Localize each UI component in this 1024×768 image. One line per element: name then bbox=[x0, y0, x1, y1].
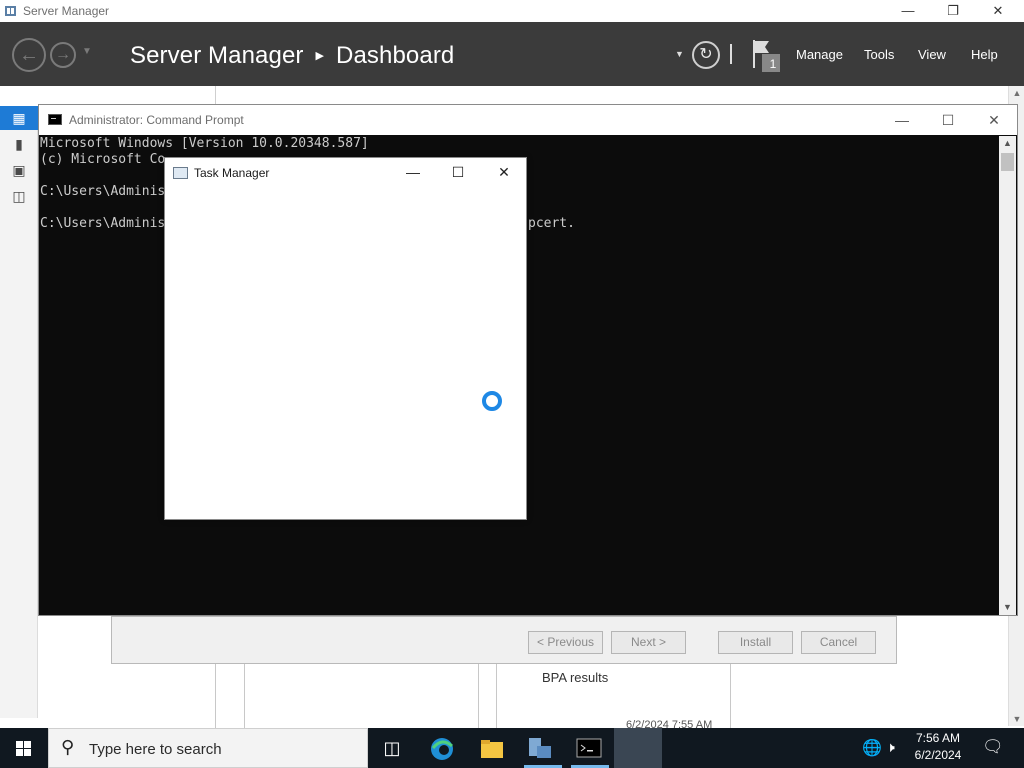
cmd-scroll-down-icon[interactable]: ▼ bbox=[999, 602, 1016, 612]
tm-minimize-button[interactable]: — bbox=[390, 158, 436, 187]
taskbar-search-box[interactable]: ⚲ Type here to search bbox=[48, 728, 368, 768]
edge-browser-icon[interactable] bbox=[427, 734, 457, 764]
server-manager-icon bbox=[5, 6, 16, 16]
server-manager-taskbar-icon[interactable] bbox=[525, 734, 555, 764]
install-button[interactable]: Install bbox=[718, 631, 793, 654]
panel-border bbox=[478, 664, 479, 728]
volume-muted-icon[interactable]: 🕨 bbox=[886, 739, 895, 756]
task-manager-window[interactable]: Task Manager — ☐ ✕ bbox=[164, 157, 527, 520]
menu-view[interactable]: View bbox=[918, 47, 946, 62]
refresh-icon[interactable]: ↻ bbox=[692, 41, 720, 69]
clock-date[interactable]: 6/2/2024 bbox=[902, 748, 974, 762]
network-icon[interactable]: 🌐 bbox=[862, 738, 882, 758]
scroll-down-icon[interactable]: ▼ bbox=[1009, 714, 1024, 724]
menu-manage[interactable]: Manage bbox=[796, 47, 843, 62]
cmd-title: Administrator: Command Prompt bbox=[69, 113, 244, 127]
dashboard-grid-icon[interactable]: ▦ bbox=[0, 106, 38, 130]
cmd-scroll-thumb[interactable] bbox=[1001, 153, 1014, 171]
search-placeholder: Type here to search bbox=[89, 741, 222, 758]
scroll-up-icon[interactable]: ▲ bbox=[1009, 88, 1024, 98]
breadcrumb-separator-icon: ▶ bbox=[315, 50, 325, 62]
cmd-output-line: (c) Microsoft Co bbox=[40, 152, 166, 167]
menu-tools[interactable]: Tools bbox=[864, 47, 894, 62]
loading-spinner-icon bbox=[482, 391, 502, 411]
cmd-output-line-tail: pcert. bbox=[528, 216, 575, 231]
all-servers-icon[interactable]: ▣ bbox=[0, 158, 38, 182]
panel-border bbox=[496, 664, 497, 728]
menu-help[interactable]: Help bbox=[971, 47, 998, 62]
notification-count-badge: 1 bbox=[769, 57, 777, 71]
breadcrumb-app: Server Manager bbox=[130, 42, 304, 69]
restore-button[interactable]: ❐ bbox=[938, 0, 968, 22]
next-button[interactable]: Next > bbox=[611, 631, 686, 654]
search-icon: ⚲ bbox=[61, 737, 75, 757]
file-storage-icon[interactable]: ◫ bbox=[0, 184, 38, 208]
previous-button[interactable]: < Previous bbox=[528, 631, 603, 654]
cmd-scrollbar[interactable]: ▲ ▼ bbox=[999, 136, 1016, 615]
window-title: Server Manager bbox=[23, 4, 110, 18]
task-view-icon[interactable]: ◫ bbox=[368, 728, 416, 768]
forward-arrow-icon[interactable]: → bbox=[50, 42, 76, 68]
back-arrow-icon[interactable]: ← bbox=[12, 38, 46, 72]
taskbar-app-task-manager[interactable] bbox=[614, 728, 662, 768]
task-manager-title: Task Manager bbox=[194, 166, 270, 180]
windows-start-icon[interactable] bbox=[0, 728, 48, 768]
cmd-scroll-up-icon[interactable]: ▲ bbox=[999, 138, 1016, 148]
cancel-button[interactable]: Cancel bbox=[801, 631, 876, 654]
cmd-output-line: C:\Users\Adminis bbox=[40, 184, 166, 199]
server-manager-titlebar: Server Manager — ❐ ✕ bbox=[0, 0, 1024, 22]
tm-close-button[interactable]: ✕ bbox=[481, 158, 527, 187]
bpa-results-label[interactable]: BPA results bbox=[542, 670, 608, 685]
notification-center-icon[interactable]: 🗨 bbox=[982, 737, 1004, 757]
header-divider bbox=[730, 44, 732, 64]
cmd-close-button[interactable]: ✕ bbox=[971, 105, 1017, 135]
cmd-output-line: Microsoft Windows [Version 10.0.20348.58… bbox=[40, 136, 369, 151]
dropdown-chevron-icon[interactable]: ▼ bbox=[675, 49, 684, 59]
breadcrumb-page: Dashboard bbox=[336, 42, 455, 69]
cmd-taskbar-icon[interactable] bbox=[575, 736, 603, 760]
cmd-icon bbox=[48, 114, 62, 125]
cmd-titlebar[interactable]: Administrator: Command Prompt — ☐ ✕ bbox=[39, 105, 1017, 135]
task-manager-icon bbox=[173, 167, 188, 179]
panel-border bbox=[215, 664, 216, 728]
close-button[interactable]: ✕ bbox=[983, 0, 1013, 22]
panel-border bbox=[244, 664, 245, 728]
tm-maximize-button[interactable]: ☐ bbox=[435, 158, 481, 187]
clock-time[interactable]: 7:56 AM bbox=[902, 731, 974, 745]
cmd-output-line: C:\Users\Adminis bbox=[40, 216, 166, 231]
panel-divider bbox=[215, 86, 216, 106]
minimize-button[interactable]: — bbox=[893, 0, 923, 22]
local-server-icon[interactable]: ▮ bbox=[0, 132, 38, 156]
breadcrumb: Server Manager ▶ Dashboard bbox=[130, 42, 454, 70]
file-explorer-icon[interactable] bbox=[478, 736, 506, 762]
cmd-maximize-button[interactable]: ☐ bbox=[925, 105, 971, 135]
panel-border bbox=[730, 664, 731, 728]
cmd-minimize-button[interactable]: — bbox=[879, 105, 925, 135]
history-chevron-down-icon[interactable]: ▼ bbox=[82, 46, 92, 57]
